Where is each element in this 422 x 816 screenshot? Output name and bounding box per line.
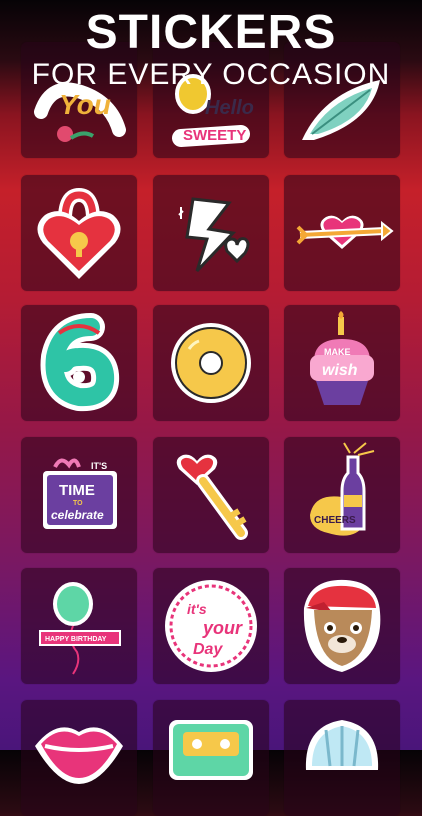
seashell-sticker xyxy=(305,720,379,770)
sticker-tile-time-to-celebrate[interactable]: IT'S TIME TO celebrate xyxy=(21,437,137,553)
happy-birthday-text: HAPPY BIRTHDAY xyxy=(45,636,107,643)
time-text: TIME xyxy=(59,482,95,499)
sticker-grid: You Hello SWEETY MAKE wish IT'S TIME TO … xyxy=(0,0,422,816)
hello-text: Hello xyxy=(205,97,254,119)
day-text: Day xyxy=(193,641,223,658)
heart-key-sticker xyxy=(176,454,248,540)
sticker-tile-heart-key[interactable] xyxy=(153,437,269,553)
sticker-tile-lightning-heart[interactable] xyxy=(153,175,269,291)
cassette-sticker xyxy=(169,720,253,780)
to-text: TO xyxy=(73,500,83,507)
make-a-wish-cupcake-sticker: MAKE wish xyxy=(310,311,374,405)
sticker-tile-you[interactable]: You xyxy=(21,42,137,158)
sticker-tile-lips[interactable] xyxy=(21,700,137,816)
make-text: MAKE xyxy=(324,347,351,357)
your-text: your xyxy=(202,618,243,638)
sticker-tile-make-a-wish[interactable]: MAKE wish xyxy=(284,305,400,421)
its-text: IT'S xyxy=(91,461,107,471)
lips-sticker xyxy=(35,727,123,784)
you-text: You xyxy=(59,89,111,120)
sticker-tile-hello-sweety[interactable]: Hello SWEETY xyxy=(153,42,269,158)
sticker-tile-number-six[interactable] xyxy=(21,305,137,421)
wish-text: wish xyxy=(322,362,358,379)
its-your-day-sticker: it's your Day xyxy=(165,580,257,672)
heart-padlock-sticker xyxy=(37,187,121,279)
number-six-sticker xyxy=(40,313,120,412)
sticker-tile-heart-arrow[interactable] xyxy=(284,175,400,291)
its-text: it's xyxy=(187,601,207,617)
cheers-champagne-sticker: CHEERS xyxy=(310,442,375,536)
time-to-celebrate-sticker: IT'S TIME TO celebrate xyxy=(43,458,117,529)
heart-arrow-sticker xyxy=(296,215,394,249)
lightning-heart-sticker xyxy=(178,197,250,273)
sticker-tile-heart-padlock[interactable] xyxy=(21,175,137,291)
celebrate-text: celebrate xyxy=(51,508,104,522)
sticker-tile-its-your-day[interactable]: it's your Day xyxy=(153,568,269,684)
sticker-tile-seashell[interactable] xyxy=(284,700,400,816)
sticker-tile-donut[interactable] xyxy=(153,305,269,421)
cheers-text: CHEERS xyxy=(314,515,356,526)
bulldog-cap-sticker xyxy=(303,579,381,672)
sticker-tile-bulldog[interactable] xyxy=(284,568,400,684)
sticker-tile-cassette[interactable] xyxy=(153,700,269,816)
hello-sweety-sticker: Hello SWEETY xyxy=(172,74,254,147)
sticker-tile-feather[interactable] xyxy=(284,42,400,158)
donut-sticker xyxy=(171,323,251,403)
sweety-text: SWEETY xyxy=(183,127,246,144)
you-script-sticker: You xyxy=(34,82,126,142)
feather-sticker xyxy=(302,80,380,140)
happy-birthday-balloon-sticker: HAPPY BIRTHDAY xyxy=(39,582,121,675)
sticker-tile-cheers[interactable]: CHEERS xyxy=(284,437,400,553)
sticker-tile-happy-birthday-balloon[interactable]: HAPPY BIRTHDAY xyxy=(21,568,137,684)
